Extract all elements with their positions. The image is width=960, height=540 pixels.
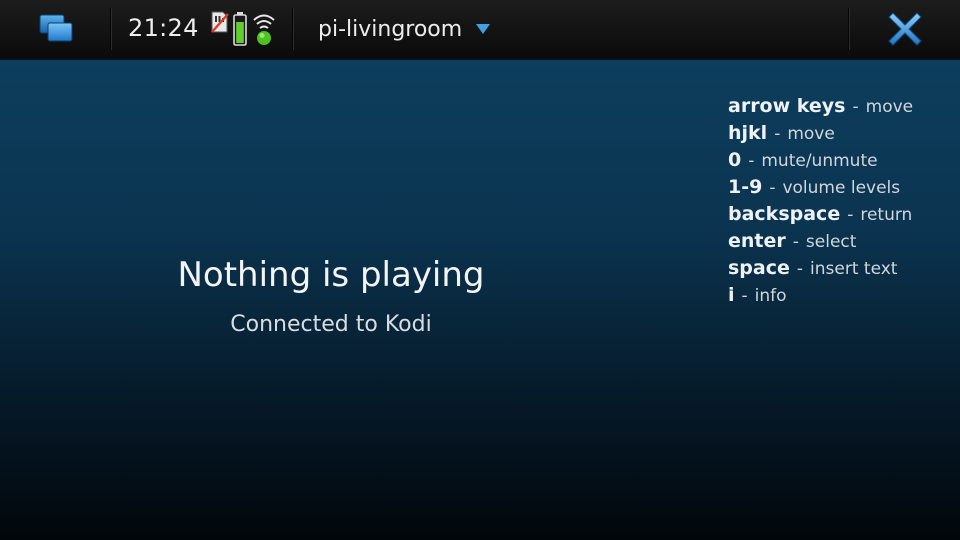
- shortcut-key: 1-9: [728, 176, 763, 198]
- device-selector[interactable]: pi-livingroom: [318, 14, 491, 44]
- device-title: pi-livingroom: [318, 16, 463, 42]
- task-switcher-icon[interactable]: [36, 12, 78, 46]
- shortcut-description: select: [805, 232, 857, 252]
- shortcut-item: arrow keys - move: [728, 93, 913, 120]
- keyboard-shortcuts-list: arrow keys - move hjkl - move 0- mute/unmute …: [728, 93, 913, 309]
- shortcut-key: enter: [728, 230, 786, 252]
- shortcut-separator: -: [774, 124, 781, 144]
- shortcut-separator: -: [852, 97, 859, 117]
- shortcut-key: backspace: [728, 203, 841, 225]
- shortcut-description: mute/unmute: [761, 151, 878, 171]
- shortcut-item: enter - select: [728, 228, 913, 255]
- shortcut-key: arrow keys: [728, 95, 846, 117]
- shortcut-description: insert text: [810, 259, 898, 279]
- divider: [292, 8, 294, 50]
- shortcut-description: return: [860, 205, 913, 225]
- divider: [848, 8, 850, 50]
- battery-icon: [233, 12, 247, 46]
- sim-card-icon: [211, 11, 229, 33]
- shortcut-item: i - info: [728, 282, 913, 309]
- shortcut-item: 0- mute/unmute: [728, 147, 913, 174]
- clock: 21:24: [128, 14, 199, 42]
- wifi-connected-icon: [253, 14, 275, 45]
- shortcut-key: 0: [728, 149, 742, 171]
- status-indicators: [210, 10, 276, 48]
- shortcut-description: info: [754, 286, 787, 306]
- remote-panel: Nothing is playing Connected to Kodi arr…: [0, 60, 960, 540]
- close-button[interactable]: [886, 10, 924, 48]
- connection-status: Connected to Kodi: [230, 312, 432, 337]
- shortcut-separator: -: [792, 232, 799, 252]
- status-bar: 21:24 pi-livingroom: [0, 0, 960, 58]
- shortcut-key: hjkl: [728, 122, 768, 144]
- shortcut-separator: -: [847, 205, 854, 225]
- shortcut-separator: -: [748, 151, 755, 171]
- shortcut-separator: -: [796, 259, 804, 279]
- shortcut-item: space - insert text: [728, 255, 913, 282]
- shortcut-separator: -: [769, 178, 776, 198]
- divider: [110, 8, 112, 50]
- shortcut-key: space: [728, 257, 790, 279]
- dropdown-arrow-icon[interactable]: [476, 24, 491, 34]
- close-icon[interactable]: [886, 10, 924, 48]
- shortcut-item: hjkl - move: [728, 120, 913, 147]
- shortcut-item: backspace - return: [728, 201, 913, 228]
- shortcut-description: move: [787, 124, 835, 144]
- now-playing-status: Nothing is playing: [177, 255, 485, 295]
- shortcut-description: volume levels: [782, 178, 901, 198]
- shortcut-key: i: [728, 284, 735, 306]
- shortcut-separator: -: [741, 286, 748, 306]
- shortcut-item: 1-9- volume levels: [728, 174, 913, 201]
- shortcut-description: move: [865, 97, 914, 117]
